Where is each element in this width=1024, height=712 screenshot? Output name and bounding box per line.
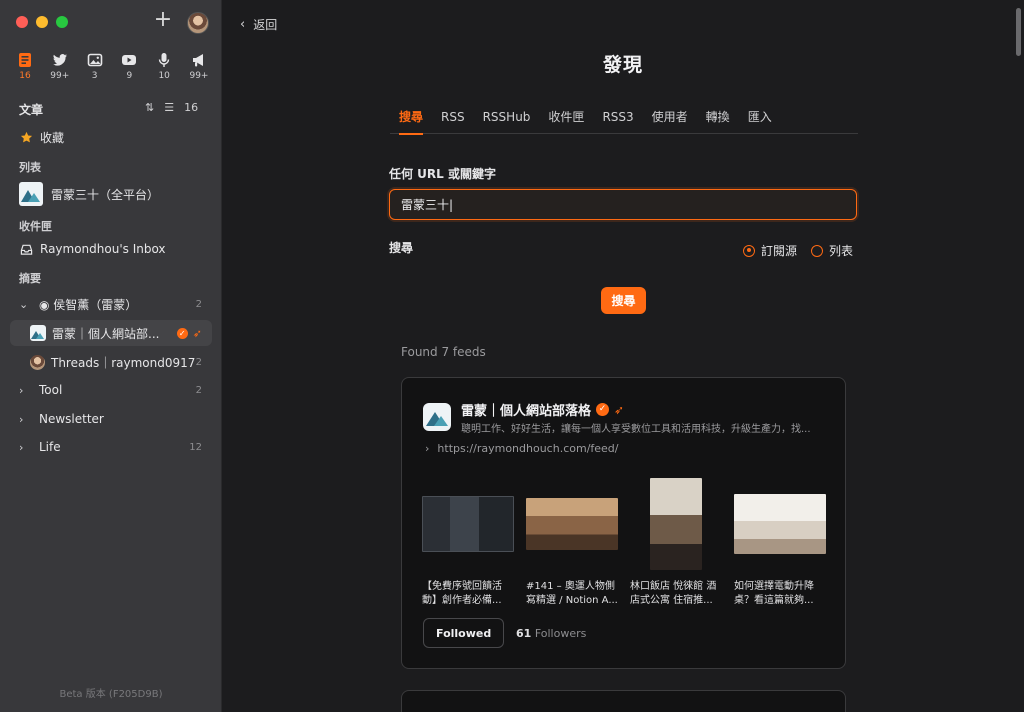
- view-pictures[interactable]: 3: [80, 52, 110, 81]
- rocket-icon: ➶: [192, 326, 202, 340]
- site-logo-icon: [30, 325, 46, 341]
- feed-entry[interactable]: #141 – 奧運人物側寫精選 / Notion A...: [526, 478, 618, 608]
- entry-thumbnail: [526, 478, 618, 570]
- video-icon: [122, 55, 137, 65]
- main-panel: ‹ 返回 發現 搜尋 RSS RSSHub 收件匣 RSS3 使用者 轉換 匯入…: [222, 0, 1024, 712]
- inbox-icon: [19, 242, 33, 256]
- tab-users[interactable]: 使用者: [643, 109, 697, 134]
- section-tools: ⇅ ☰ 16: [145, 101, 198, 114]
- lists-label: 列表: [19, 161, 41, 174]
- radio-feeds[interactable]: 訂閱源: [743, 242, 797, 259]
- article-icon: [19, 53, 31, 67]
- site-logo-icon: [423, 403, 451, 431]
- tab-rss3[interactable]: RSS3: [593, 109, 642, 134]
- search-button[interactable]: 搜尋: [601, 287, 646, 314]
- list-mode-icon[interactable]: ☰: [164, 101, 174, 114]
- feed-result-card[interactable]: [401, 690, 846, 712]
- feed-url[interactable]: › https://raymondhouch.com/feed/: [425, 442, 619, 455]
- tab-import[interactable]: 匯入: [739, 109, 781, 134]
- user-avatar[interactable]: [187, 12, 209, 34]
- rocket-icon: ➶: [614, 402, 625, 417]
- back-button[interactable]: ‹ 返回: [240, 16, 277, 33]
- window-controls: [16, 16, 68, 28]
- sidebar-feed-threads[interactable]: Threads｜raymond0917 2: [10, 349, 212, 375]
- view-notifications[interactable]: 99+: [184, 52, 214, 81]
- sidebar-item-inbox[interactable]: Raymondhou's Inbox: [10, 236, 212, 262]
- entry-thumbnail: [734, 478, 826, 570]
- feed-title[interactable]: 雷蒙｜個人網站部落格 ✓ ➶: [461, 400, 625, 420]
- zoom-window-button[interactable]: [56, 16, 68, 28]
- feed-entries: 【免費序號回饋活動】創作者必備... #141 – 奧運人物側寫精選 / Not…: [422, 478, 826, 608]
- page-title: 發現: [602, 54, 643, 76]
- chevron-right-icon: ›: [19, 440, 24, 454]
- chevron-down-icon: ⌄: [19, 297, 29, 311]
- scrollbar-thumb[interactable]: [1016, 8, 1021, 56]
- results-count: Found 7 feeds: [401, 345, 486, 359]
- feed-result-card[interactable]: 雷蒙｜個人網站部落格 ✓ ➶ 聰明工作、好好生活，讓每一個人享受數位工具和活用科…: [401, 377, 846, 669]
- search-input[interactable]: [389, 189, 857, 220]
- close-window-button[interactable]: [16, 16, 28, 28]
- tab-transform[interactable]: 轉換: [697, 109, 739, 134]
- chevron-left-icon: ‹: [240, 17, 246, 32]
- tab-rsshub[interactable]: RSSHub: [474, 109, 540, 134]
- verified-icon: ✓: [596, 403, 610, 416]
- view-switcher: 16 99+ 3 9 10 99+: [10, 52, 214, 81]
- search-target-label: 搜尋: [389, 241, 414, 255]
- followers-count: 61 Followers: [516, 627, 587, 640]
- threads-avatar: [30, 354, 45, 370]
- search-target-radios: 訂閱源 列表: [743, 242, 853, 259]
- feed-entry[interactable]: 林口飯店 悅徠館 酒店式公寓 住宿推...: [630, 478, 722, 608]
- sidebar: + 16 99+ 3 9 10 99+ 文章 ⇅ ☰ 16 收藏 列表 雷蒙三十…: [0, 0, 222, 712]
- radio-checked-icon: [743, 244, 755, 257]
- view-social[interactable]: 99+: [45, 52, 75, 81]
- view-videos[interactable]: 9: [114, 52, 144, 81]
- sidebar-item-favorites[interactable]: 收藏: [10, 124, 212, 150]
- site-logo-icon: [19, 182, 43, 206]
- sidebar-item-list[interactable]: 雷蒙三十（全平台）: [10, 180, 212, 208]
- verified-icon: ✓: [176, 327, 188, 339]
- tab-inbox[interactable]: 收件匣: [539, 109, 593, 134]
- sidebar-folder-newsletter[interactable]: › Newsletter: [10, 406, 212, 432]
- sidebar-feed-selected[interactable]: 雷蒙｜個人網站部... ✓ ➶: [10, 320, 212, 346]
- microphone-icon: [158, 53, 170, 67]
- feed-entry[interactable]: 【免費序號回饋活動】創作者必備...: [422, 478, 514, 608]
- entry-thumbnail: [422, 478, 514, 570]
- star-icon: [19, 130, 33, 144]
- section-title: 文章: [19, 103, 44, 117]
- sidebar-folder-life[interactable]: › Life 12: [10, 434, 212, 460]
- feed-description: 聰明工作、好好生活，讓每一個人享受數位工具和活用科技，升級生產力，找...: [461, 424, 811, 435]
- megaphone-icon: [192, 54, 203, 67]
- digest-label: 摘要: [19, 272, 41, 285]
- sidebar-folder-main[interactable]: ⌄ ◉ 侯智薰（雷蒙） 2: [10, 291, 212, 317]
- section-count: 16: [184, 101, 199, 114]
- radio-lists[interactable]: 列表: [811, 242, 853, 259]
- sort-icon[interactable]: ⇅: [145, 101, 154, 114]
- beta-version: Beta 版本 (F205D9B): [59, 689, 163, 700]
- add-icon[interactable]: +: [152, 9, 174, 32]
- radio-unchecked-icon: [811, 244, 824, 257]
- entry-thumbnail: [630, 478, 722, 570]
- chevron-right-icon: ›: [19, 412, 24, 426]
- url-keyword-label: 任何 URL 或關鍵字: [389, 167, 496, 181]
- view-articles[interactable]: 16: [10, 52, 40, 81]
- tab-rss[interactable]: RSS: [432, 109, 474, 134]
- inbox-label: 收件匣: [19, 220, 52, 233]
- twitter-icon: [52, 54, 67, 66]
- chevron-right-icon: ›: [19, 383, 24, 397]
- chevron-right-icon: ›: [425, 442, 430, 455]
- view-audio[interactable]: 10: [149, 52, 179, 81]
- minimize-window-button[interactable]: [36, 16, 48, 28]
- tab-search[interactable]: 搜尋: [390, 109, 432, 135]
- followed-button[interactable]: Followed: [423, 618, 505, 648]
- feed-entry[interactable]: 如何選擇電動升降桌？看這篇就夠...: [734, 478, 826, 608]
- picture-icon: [87, 53, 102, 67]
- sidebar-folder-tool[interactable]: › Tool 2: [10, 377, 212, 403]
- discover-tabs: 搜尋 RSS RSSHub 收件匣 RSS3 使用者 轉換 匯入: [390, 109, 858, 135]
